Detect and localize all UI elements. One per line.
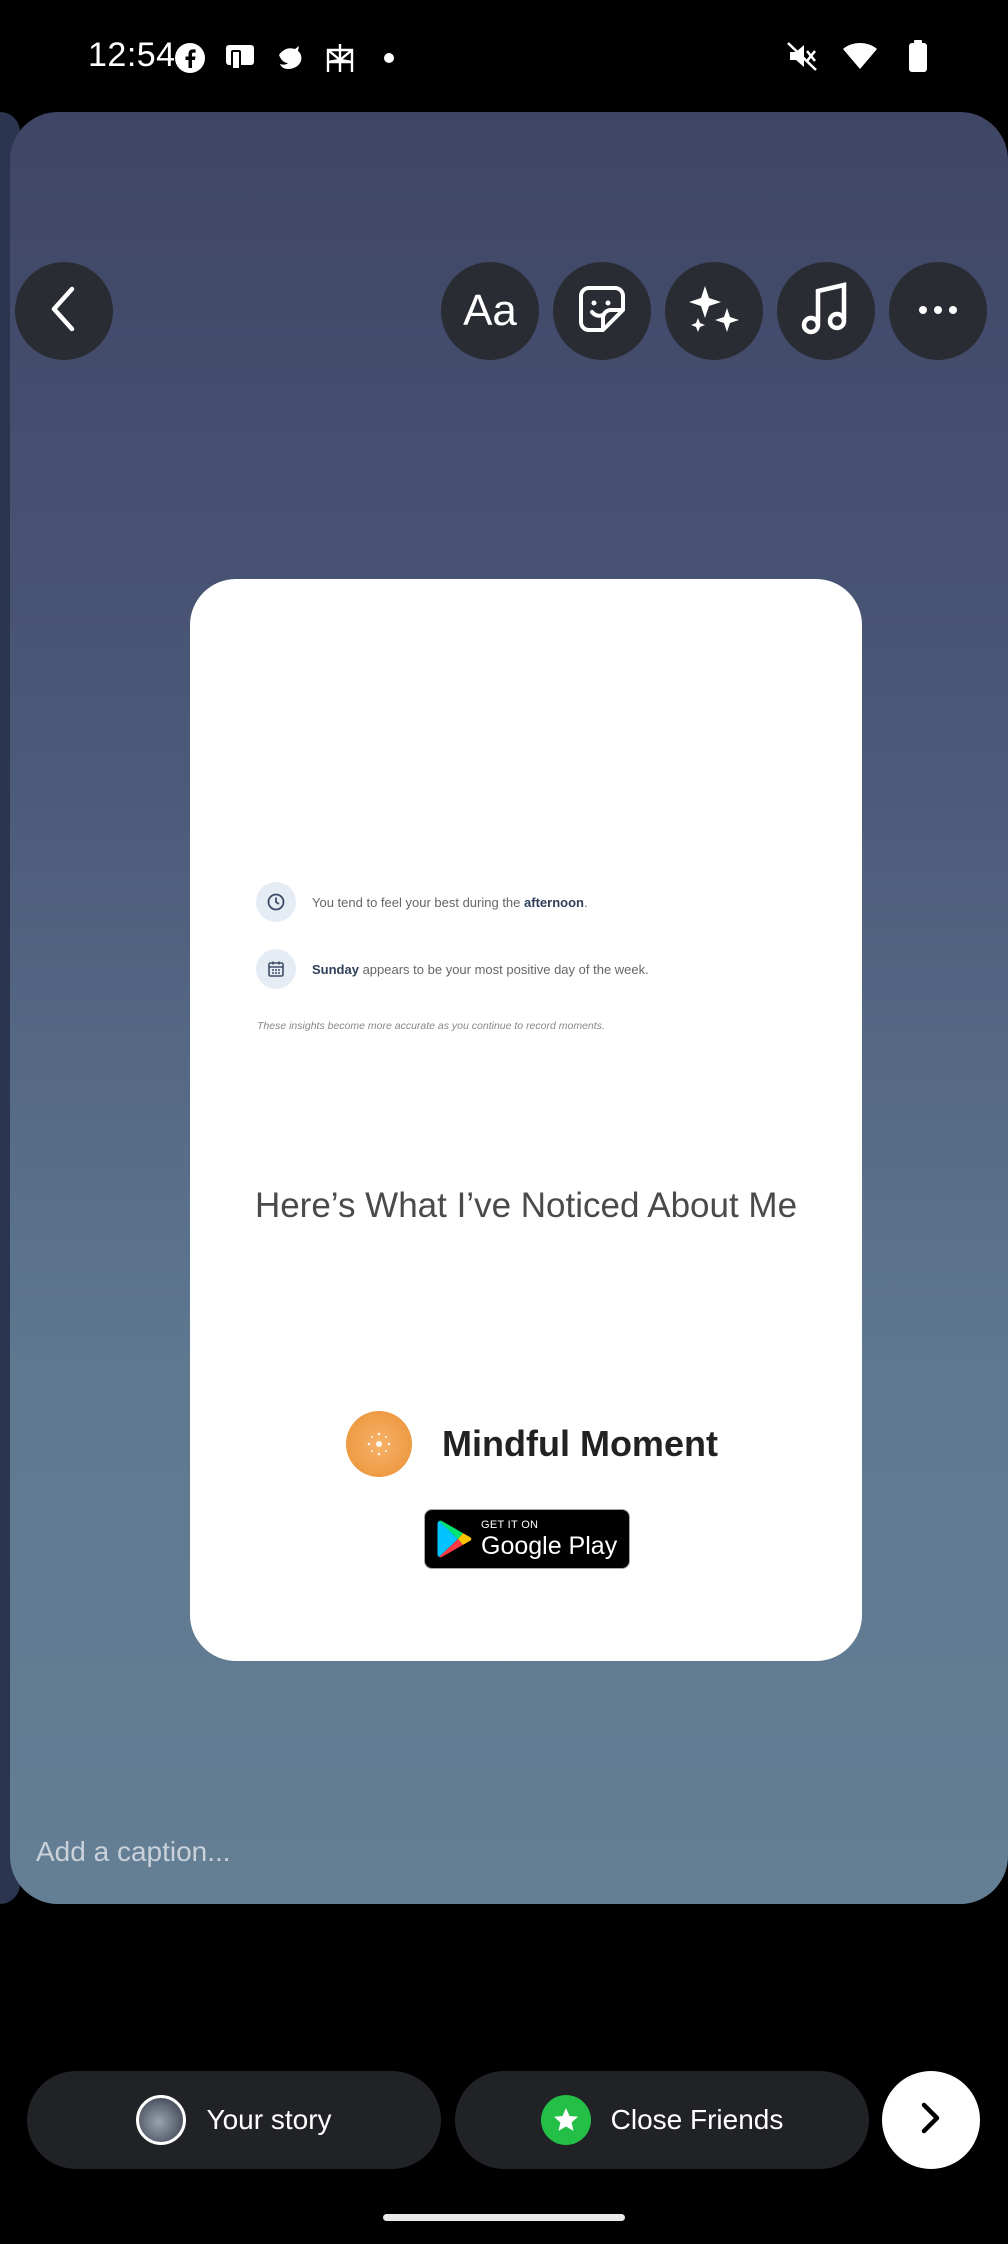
google-play-text: GET IT ON Google Play — [481, 1518, 618, 1560]
status-bar: 12:54 — [0, 0, 1008, 112]
google-play-icon — [437, 1519, 473, 1559]
status-notification-icons — [172, 38, 394, 78]
shared-insights-card[interactable]: You tend to feel your best during the af… — [190, 579, 862, 1661]
badge-big-text: Google Play — [481, 1531, 618, 1560]
insight-row: Sunday appears to be your most positive … — [256, 949, 649, 989]
wifi-icon — [842, 38, 878, 74]
share-next-button[interactable] — [882, 2071, 980, 2169]
insights-note: These insights become more accurate as y… — [257, 1020, 605, 1032]
battery-icon — [900, 38, 936, 74]
back-button[interactable] — [15, 262, 113, 360]
insight-text: You tend to feel your best during the af… — [312, 894, 588, 910]
status-time: 12:54 — [88, 36, 176, 74]
star-icon — [540, 2095, 591, 2145]
more-button[interactable] — [889, 262, 987, 360]
close-friends-button[interactable]: Close Friends — [455, 2071, 869, 2169]
status-system-icons — [784, 38, 936, 74]
badge-small-text: GET IT ON — [481, 1518, 539, 1531]
more-options-icon — [918, 302, 958, 320]
google-play-badge[interactable]: GET IT ON Google Play — [424, 1509, 630, 1569]
facebook-icon — [172, 40, 208, 76]
notification-dot — [384, 53, 394, 63]
caption-input[interactable]: Add a caption... — [36, 1836, 231, 1868]
your-story-label: Your story — [206, 2104, 332, 2135]
insight-text: Sunday appears to be your most positive … — [312, 961, 649, 977]
text-button[interactable]: Aa — [441, 262, 539, 360]
text-tool-label: Aa — [463, 286, 517, 335]
sparkles-icon — [685, 280, 743, 343]
perplexity-icon — [322, 40, 358, 76]
home-indicator[interactable] — [383, 2214, 625, 2221]
effects-button[interactable] — [665, 262, 763, 360]
your-story-button[interactable]: Your story — [27, 2071, 441, 2169]
remote-app-icon — [222, 40, 258, 76]
music-button[interactable] — [777, 262, 875, 360]
avatar — [136, 2095, 187, 2145]
sticker-button[interactable] — [553, 262, 651, 360]
chevron-right-icon — [919, 2101, 943, 2140]
app-brand: Mindful Moment — [346, 1411, 718, 1477]
app-logo-icon — [346, 1411, 412, 1477]
card-headline: Here’s What I’ve Noticed About Me — [254, 1186, 798, 1225]
story-canvas[interactable]: Aa You tend to feel your best during the… — [10, 112, 1008, 1904]
insight-row: You tend to feel your best during the af… — [256, 882, 588, 922]
calendar-icon — [256, 949, 296, 989]
muted-icon — [784, 38, 820, 74]
sticker-icon — [575, 282, 629, 341]
music-note-icon — [800, 281, 852, 342]
clock-icon — [256, 882, 296, 922]
app-name: Mindful Moment — [442, 1423, 718, 1464]
back-icon — [44, 285, 84, 338]
bird-app-icon — [272, 40, 308, 76]
close-friends-label: Close Friends — [610, 2104, 784, 2135]
